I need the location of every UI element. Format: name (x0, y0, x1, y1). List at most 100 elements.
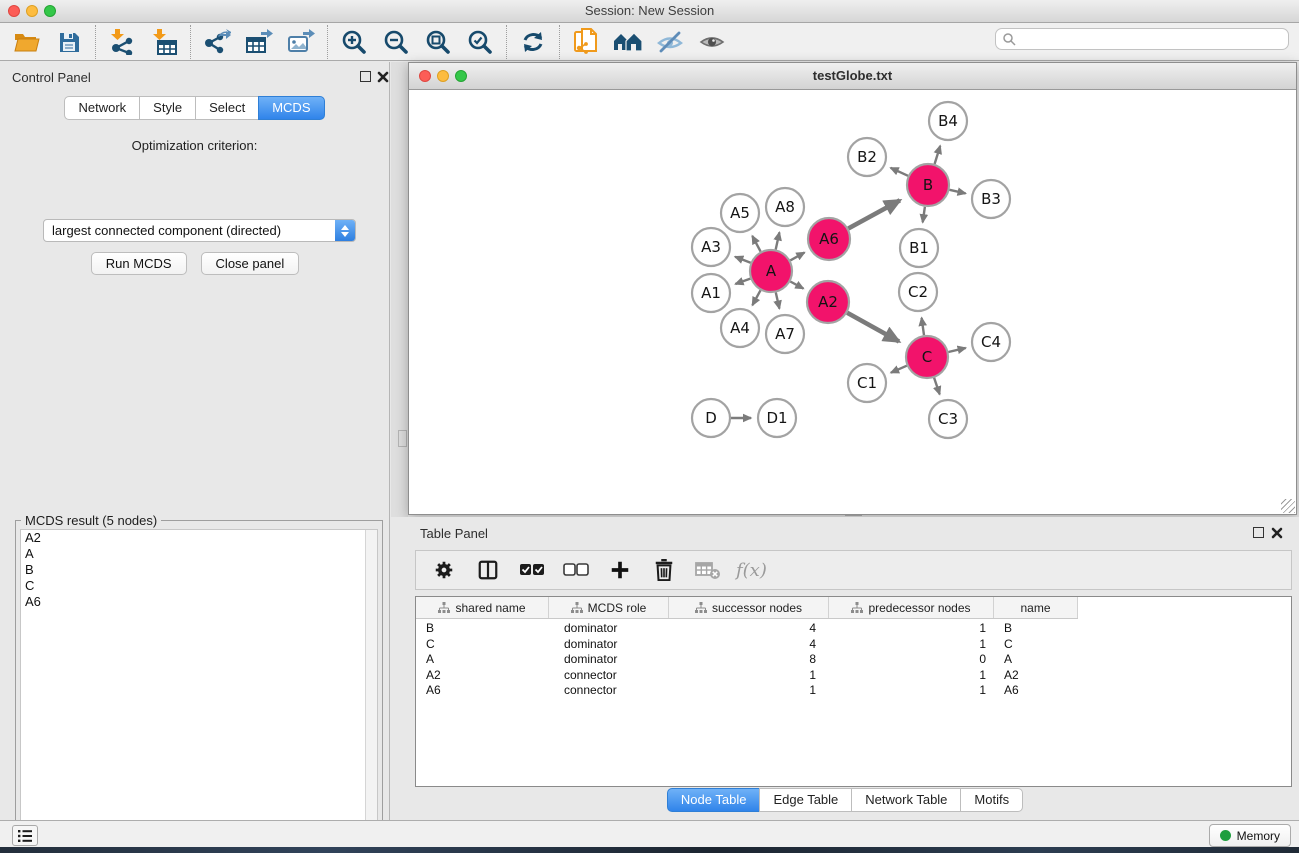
close-panel-icon[interactable] (377, 71, 389, 83)
result-list-item[interactable]: A (21, 546, 377, 562)
graph-node-label-C1: C1 (857, 374, 877, 392)
cell-shared-name: A2 (426, 668, 441, 683)
task-history-button[interactable] (12, 825, 38, 846)
graph-node-label-B: B (923, 176, 933, 194)
splitter-handle[interactable] (398, 430, 407, 447)
search-input[interactable] (1016, 30, 1288, 48)
result-list-scrollbar[interactable] (365, 530, 377, 853)
cell-shared-name: A6 (426, 683, 441, 698)
add-column-icon[interactable] (602, 555, 638, 585)
column-header-shared-name[interactable]: shared name (416, 597, 549, 618)
graph-edge-B-B4[interactable] (935, 146, 941, 164)
control-panel-tabs: Network Style Select MCDS (0, 96, 389, 120)
tab-select[interactable]: Select (195, 96, 259, 120)
table-row[interactable]: A2 connector 1 1 A2 (416, 668, 1291, 684)
zoom-out-icon[interactable] (375, 26, 417, 58)
zoom-fit-icon[interactable] (417, 26, 459, 58)
graph-edge-A-A5[interactable] (752, 236, 760, 252)
select-all-checkboxes-icon[interactable] (514, 555, 550, 585)
table-row[interactable]: B dominator 4 1 B (416, 621, 1291, 637)
graph-edge-A-A1[interactable] (735, 279, 750, 284)
table-row[interactable]: A dominator 8 0 A (416, 652, 1291, 668)
cell-mcds-role: dominator (564, 652, 617, 667)
window-resize-grip[interactable] (1281, 499, 1295, 513)
memory-button[interactable]: Memory (1209, 824, 1291, 847)
tab-motifs[interactable]: Motifs (960, 788, 1023, 812)
graph-edge-C-C2[interactable] (922, 318, 924, 335)
graph-edge-A-A6[interactable] (790, 253, 804, 261)
tab-style[interactable]: Style (139, 96, 196, 120)
desktop-background (0, 847, 1299, 853)
cell-name: A (1004, 652, 1012, 667)
table-row[interactable]: C dominator 4 1 C (416, 637, 1291, 653)
cell-successor-nodes: 1 (669, 683, 816, 698)
copy-network-icon[interactable] (565, 26, 607, 58)
float-table-panel-icon[interactable] (1253, 527, 1264, 538)
graph-edge-B-B1[interactable] (923, 207, 925, 223)
export-table-icon[interactable] (238, 26, 280, 58)
show-all-eye-icon[interactable] (691, 26, 733, 58)
houses-icon[interactable] (607, 26, 649, 58)
control-panel-title: Control Panel (12, 70, 91, 85)
graph-node-label-D1: D1 (766, 409, 787, 427)
column-header-predecessor-nodes[interactable]: predecessor nodes (829, 597, 994, 618)
column-header-mcds-role[interactable]: MCDS role (549, 597, 669, 618)
save-session-icon[interactable] (48, 26, 90, 58)
float-panel-icon[interactable] (360, 71, 371, 82)
run-mcds-button[interactable]: Run MCDS (91, 252, 187, 275)
tab-mcds[interactable]: MCDS (258, 96, 324, 120)
graph-edge-A6-B[interactable] (848, 200, 900, 228)
settings-gear-icon[interactable] (426, 555, 462, 585)
zoom-in-icon[interactable] (333, 26, 375, 58)
graph-node-label-A5: A5 (730, 204, 750, 222)
cell-predecessor-nodes: 0 (829, 652, 986, 667)
table-row[interactable]: A6 connector 1 1 A6 (416, 683, 1291, 699)
graph-edge-A-A2[interactable] (790, 282, 803, 289)
columns-view-icon[interactable] (470, 555, 506, 585)
search-field[interactable] (995, 28, 1289, 50)
graph-edge-A2-C[interactable] (847, 313, 899, 342)
cell-mcds-role: dominator (564, 621, 617, 636)
node-table[interactable]: shared name MCDS role successor nodes pr… (415, 596, 1292, 787)
zoom-selected-icon[interactable] (459, 26, 501, 58)
graph-edge-A-A7[interactable] (776, 293, 780, 309)
tab-edge-table[interactable]: Edge Table (759, 788, 852, 812)
control-panel-header: Control Panel (0, 62, 389, 90)
network-graph-canvas[interactable]: B4B2BB3B1A5A8A6A3AA1A4A7A2C2CC4C1C3DD1 (409, 89, 1296, 514)
hide-toggle-icon[interactable] (649, 26, 691, 58)
close-panel-button[interactable]: Close panel (201, 252, 300, 275)
import-table-icon[interactable] (143, 26, 185, 58)
tab-node-table[interactable]: Node Table (667, 788, 761, 812)
graph-node-label-A3: A3 (701, 238, 721, 256)
graph-edge-C-C3[interactable] (934, 378, 940, 395)
close-table-panel-icon[interactable] (1271, 527, 1283, 539)
criterion-dropdown[interactable]: largest connected component (directed) (43, 219, 356, 242)
cell-shared-name: C (426, 637, 435, 652)
result-list-item[interactable]: B (21, 562, 377, 578)
tab-network[interactable]: Network (64, 96, 140, 120)
column-header-label: predecessor nodes (868, 601, 970, 615)
result-list-item[interactable]: C (21, 578, 377, 594)
result-list-item[interactable]: A2 (21, 530, 377, 546)
mcds-result-list[interactable]: A2 A B C A6 (20, 529, 378, 853)
export-image-icon[interactable] (280, 26, 322, 58)
graph-edge-B-B2[interactable] (891, 168, 908, 176)
graph-edge-C-C1[interactable] (891, 366, 907, 373)
column-header-successor-nodes[interactable]: successor nodes (669, 597, 829, 618)
cell-successor-nodes: 4 (669, 621, 816, 636)
graph-edge-A-A4[interactable] (752, 290, 760, 305)
graph-edge-A-A3[interactable] (735, 257, 751, 263)
export-network-icon[interactable] (196, 26, 238, 58)
column-header-name[interactable]: name (994, 597, 1078, 618)
network-window-titlebar[interactable]: testGlobe.txt (409, 63, 1296, 90)
delete-column-trash-icon[interactable] (646, 555, 682, 585)
graph-edge-B-B3[interactable] (950, 190, 966, 194)
open-folder-icon[interactable] (6, 26, 48, 58)
refresh-layout-icon[interactable] (512, 26, 554, 58)
graph-edge-A-A8[interactable] (776, 232, 780, 249)
import-network-icon[interactable] (101, 26, 143, 58)
deselect-all-checkboxes-icon[interactable] (558, 555, 594, 585)
result-list-item[interactable]: A6 (21, 594, 377, 610)
tab-network-table[interactable]: Network Table (851, 788, 961, 812)
graph-edge-C-C4[interactable] (948, 348, 965, 352)
